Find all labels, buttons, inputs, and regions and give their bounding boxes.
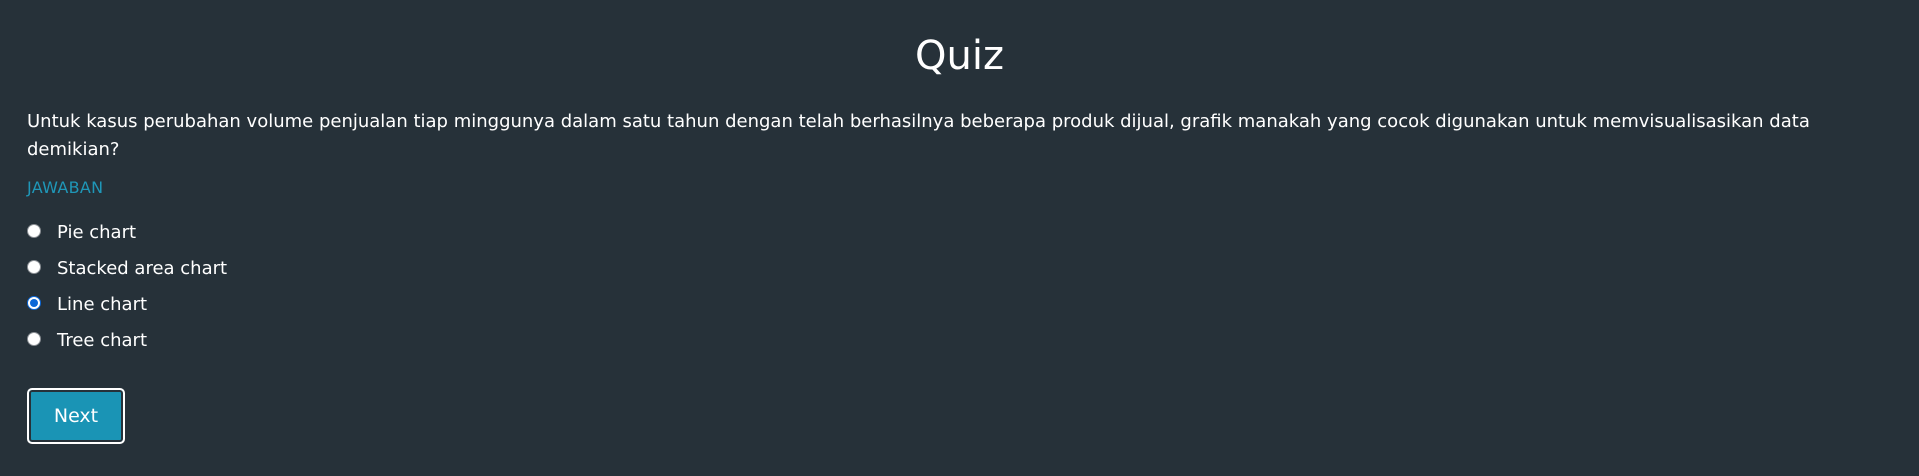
radio-button[interactable]: [27, 332, 41, 346]
option-label: Pie chart: [57, 222, 137, 243]
quiz-container: Quiz Untuk kasus perubahan volume penjua…: [0, 0, 1919, 476]
option-label: Line chart: [57, 294, 148, 315]
radio-button[interactable]: [27, 260, 41, 274]
next-button[interactable]: Next: [27, 388, 125, 444]
option-label: Tree chart: [57, 330, 148, 351]
option-stacked-area-chart[interactable]: Stacked area chart: [27, 251, 227, 287]
radio-button[interactable]: [27, 224, 41, 238]
answer-label: JAWABAN: [27, 178, 104, 197]
radio-button-selected[interactable]: [27, 296, 41, 310]
option-pie-chart[interactable]: Pie chart: [27, 215, 227, 251]
option-line-chart[interactable]: Line chart: [27, 287, 227, 323]
quiz-title: Quiz: [915, 33, 1004, 79]
option-label: Stacked area chart: [57, 258, 228, 279]
option-tree-chart[interactable]: Tree chart: [27, 323, 227, 359]
answer-options: Pie chart Stacked area chart Line chart …: [27, 215, 227, 359]
question-text: Untuk kasus perubahan volume penjualan t…: [27, 111, 1810, 160]
